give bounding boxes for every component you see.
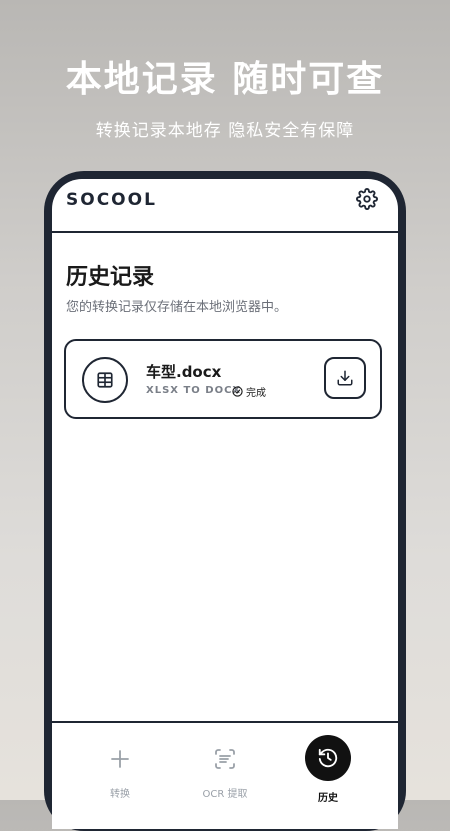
brand-logo[interactable]: SOCOOL (66, 190, 157, 210)
download-icon (337, 370, 353, 386)
nav-label-ocr: OCR 提取 (202, 789, 248, 800)
page-description: 您的转换记录仅存储在本地浏览器中。 (66, 300, 288, 315)
app-screen: SOCOOL 历史记录 您的转换记录仅存储在本地浏览器中。 车型.docx XL… (52, 179, 398, 829)
scan-text-icon (215, 749, 235, 769)
nav-label-history: 历史 (318, 793, 338, 804)
download-button[interactable] (324, 357, 366, 399)
conversion-type: XLSX TO DOCX (146, 385, 242, 396)
file-type-badge (82, 357, 128, 403)
gear-icon (356, 188, 378, 210)
history-icon (318, 748, 338, 768)
phone-frame: SOCOOL 历史记录 您的转换记录仅存储在本地浏览器中。 车型.docx XL… (44, 171, 406, 831)
promo-title: 本地记录 随时可查 (65, 59, 385, 100)
check-circle-icon (232, 386, 243, 397)
app-header: SOCOOL (52, 179, 398, 233)
active-tab-indicator (305, 735, 351, 781)
status-label: 完成 (246, 388, 266, 399)
history-item[interactable]: 车型.docx XLSX TO DOCX 完成 (64, 339, 382, 419)
table-icon (97, 372, 113, 388)
promo-subtitle: 转换记录本地存 隐私安全有保障 (95, 121, 355, 141)
page-title: 历史记录 (66, 265, 155, 290)
status-badge: 完成 (232, 384, 266, 399)
bottom-nav: 转换 OCR 提取 历史 (52, 721, 398, 829)
nav-label-convert: 转换 (110, 789, 130, 800)
settings-button[interactable] (356, 188, 378, 210)
plus-icon (111, 750, 129, 768)
file-name: 车型.docx (146, 363, 222, 381)
